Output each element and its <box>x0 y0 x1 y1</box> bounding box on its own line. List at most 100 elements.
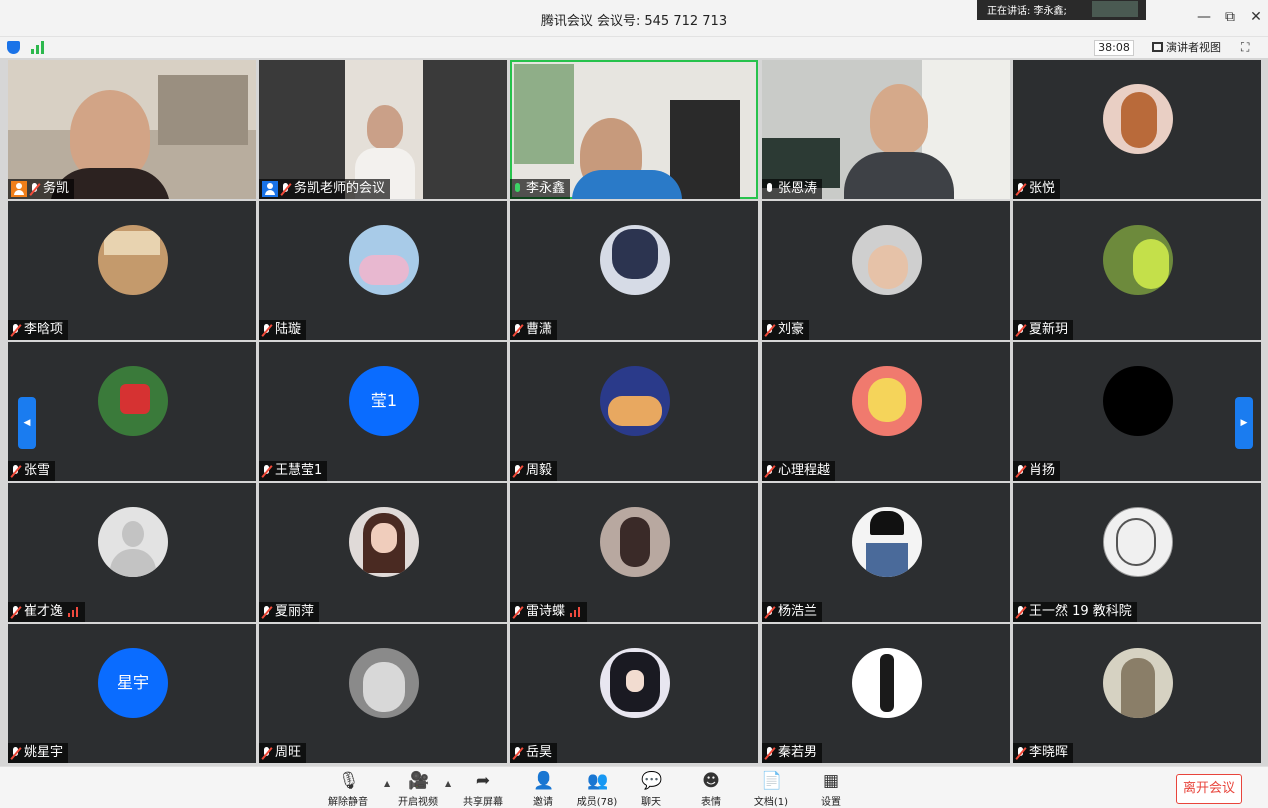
mic-muted-icon <box>513 323 522 337</box>
participant-name: 心理程越 <box>778 463 831 478</box>
participant-tile[interactable]: 崔才逸 <box>8 483 256 622</box>
participant-avatar: 星宇 <box>98 648 168 718</box>
participant-tile[interactable]: 张悦 <box>1013 60 1261 199</box>
participant-tile[interactable]: 雷诗蝶 <box>510 483 758 622</box>
settings-label: 设置 <box>821 797 841 808</box>
participant-tile[interactable]: 李晗项 <box>8 201 256 340</box>
start-video-button[interactable]: 🎥 开启视频 <box>390 771 446 808</box>
title-bar: 腾讯会议 会议号: 545 712 713 正在讲话: 李永鑫; — ⧉ ✕ <box>0 0 1268 36</box>
participant-nameplate: 张恩涛 <box>762 179 823 199</box>
participant-name: 曹潇 <box>526 322 553 337</box>
participant-avatar <box>600 507 670 577</box>
audio-level-icon <box>68 607 80 617</box>
mic-muted-icon <box>11 605 20 619</box>
mic-muted-icon <box>262 746 271 760</box>
participant-tile[interactable]: 王一然 19 教科院 <box>1013 483 1261 622</box>
participant-name: 肖扬 <box>1029 463 1056 478</box>
start-video-label: 开启视频 <box>398 797 438 808</box>
participant-tile[interactable]: 肖扬 <box>1013 342 1261 481</box>
participant-name: 王慧莹1 <box>275 463 323 478</box>
participant-tile[interactable]: 星宇 姚星宇 <box>8 624 256 763</box>
participant-tile[interactable]: 周旺 <box>259 624 507 763</box>
previous-page-button[interactable]: ◀ <box>18 397 36 449</box>
close-icon[interactable]: ✕ <box>1248 9 1264 25</box>
mic-muted-icon <box>1016 182 1025 196</box>
mic-muted-icon <box>262 464 271 478</box>
mic-muted-icon <box>11 323 20 337</box>
meeting-title-label: 腾讯会议 会议号: <box>540 14 641 29</box>
participant-name: 夏新玥 <box>1029 322 1069 337</box>
participant-nameplate: 心理程越 <box>762 461 836 481</box>
video-person <box>70 90 150 180</box>
mic-muted-icon <box>765 605 774 619</box>
participant-tile[interactable]: 务凯老师的会议 <box>259 60 507 199</box>
participant-tile[interactable]: 曹潇 <box>510 201 758 340</box>
next-page-button[interactable]: ▶ <box>1235 397 1253 449</box>
participant-tile[interactable]: 莹1 王慧莹1 <box>259 342 507 481</box>
participant-tile[interactable]: 夏新玥 <box>1013 201 1261 340</box>
participant-avatar: 莹1 <box>349 366 419 436</box>
video-person <box>367 105 403 149</box>
smiley-icon: ☻ <box>702 771 720 791</box>
participant-nameplate: 雷诗蝶 <box>510 602 588 622</box>
invite-button[interactable]: 👤 邀请 <box>515 771 571 808</box>
participant-nameplate: 刘豪 <box>762 320 810 340</box>
participant-nameplate: 崔才逸 <box>8 602 86 622</box>
participant-tile[interactable]: 张雪 <box>8 342 256 481</box>
participant-tile[interactable]: 李永鑫 <box>510 60 758 199</box>
chat-button[interactable]: 💬 聊天 <box>623 771 679 808</box>
participant-name: 秦若男 <box>778 745 818 760</box>
mic-muted-icon <box>765 746 774 760</box>
participant-tile[interactable]: 周毅 <box>510 342 758 481</box>
participant-tile[interactable]: 秦若男 <box>762 624 1010 763</box>
reactions-label: 表情 <box>701 797 721 808</box>
mic-muted-icon <box>1016 605 1025 619</box>
video-options-chevron-icon[interactable]: ▲ <box>445 779 451 788</box>
participant-avatar <box>852 648 922 718</box>
speaker-view-label: 演讲者视图 <box>1166 41 1221 54</box>
participant-tile[interactable]: 张恩涛 <box>762 60 1010 199</box>
network-signal-icon[interactable] <box>31 41 45 54</box>
participant-nameplate: 曹潇 <box>510 320 558 340</box>
mic-muted-icon <box>513 746 522 760</box>
participant-nameplate: 周旺 <box>259 743 307 763</box>
participant-tile[interactable]: 李晓晖 <box>1013 624 1261 763</box>
minimize-icon[interactable]: — <box>1196 9 1212 25</box>
participant-tile[interactable]: 刘豪 <box>762 201 1010 340</box>
mic-active-icon <box>513 182 522 196</box>
leave-meeting-button[interactable]: 离开会议 <box>1176 774 1242 804</box>
cohost-icon <box>262 181 278 197</box>
participant-nameplate: 姚星宇 <box>8 743 69 763</box>
restore-icon[interactable]: ⧉ <box>1222 9 1238 25</box>
members-button[interactable]: 👥 成员(78) <box>569 771 625 808</box>
add-user-icon: 👤 <box>533 771 555 791</box>
participant-tile[interactable]: 杨浩兰 <box>762 483 1010 622</box>
participant-nameplate: 秦若男 <box>762 743 823 763</box>
speaker-view-button[interactable]: 演讲者视图 <box>1152 40 1221 56</box>
participant-avatar <box>600 648 670 718</box>
mic-muted-icon <box>1016 464 1025 478</box>
default-avatar <box>98 507 168 577</box>
video-grid: 务凯 务凯老师的会议 李永鑫 张恩涛 张悦 李晗项 陆璇 曹潇 刘豪 夏新玥 张… <box>0 58 1268 766</box>
settings-button[interactable]: ▦ 设置 <box>803 771 859 808</box>
documents-button[interactable]: 📄 文档(1) <box>743 771 799 808</box>
reactions-button[interactable]: ☻ 表情 <box>683 771 739 808</box>
participant-nameplate: 夏丽萍 <box>259 602 320 622</box>
participant-avatar <box>852 225 922 295</box>
participant-tile[interactable]: 心理程越 <box>762 342 1010 481</box>
participant-name: 务凯 <box>43 181 70 196</box>
fullscreen-icon[interactable]: ⛶ <box>1241 40 1256 55</box>
share-screen-button[interactable]: ➦ 共享屏幕 <box>455 771 511 808</box>
chat-icon: 💬 <box>641 771 663 791</box>
mic-muted-icon <box>262 605 271 619</box>
participant-tile[interactable]: 夏丽萍 <box>259 483 507 622</box>
security-shield-icon[interactable] <box>7 41 20 54</box>
chat-label: 聊天 <box>641 797 661 808</box>
participant-tile[interactable]: 岳昊 <box>510 624 758 763</box>
speaker-thumbnail <box>1092 1 1138 17</box>
unmute-button[interactable]: 🎙 解除静音 <box>320 771 376 808</box>
participant-nameplate: 王慧莹1 <box>259 461 328 481</box>
participant-name: 张悦 <box>1029 181 1056 196</box>
participant-tile[interactable]: 陆璇 <box>259 201 507 340</box>
participant-tile[interactable]: 务凯 <box>8 60 256 199</box>
